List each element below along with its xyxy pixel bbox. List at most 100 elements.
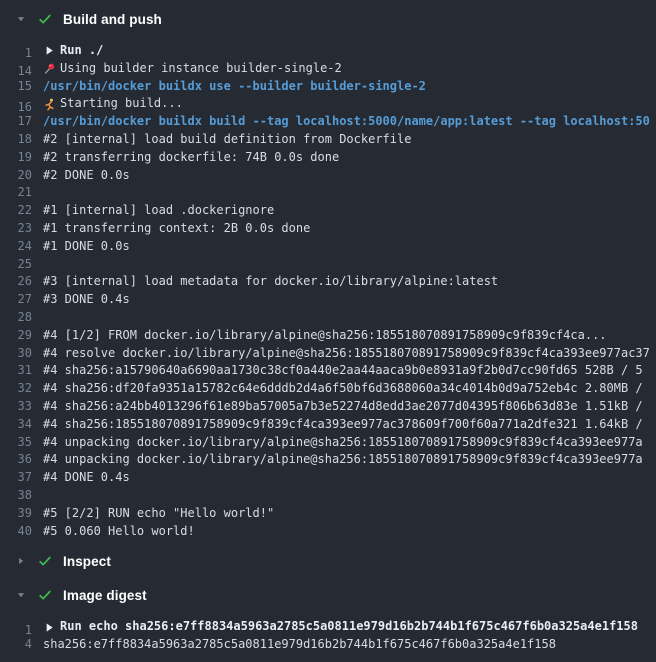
log-line-text: #4 sha256:df20fa9351a15782c64e6dddb2d4a6… <box>43 380 643 398</box>
log-line: 28 <box>0 309 656 327</box>
log-line: 30 #4 resolve docker.io/library/alpine@s… <box>0 345 656 363</box>
log-line-text: #2 [internal] load build definition from… <box>43 131 411 149</box>
log-line-content: #1 transferring context: 2B 0.0s done <box>43 220 656 238</box>
log-line-text: #4 sha256:a24bb4013296f61e89ba57005a7b3e… <box>43 398 643 416</box>
log-line-content: #4 sha256:a24bb4013296f61e89ba57005a7b3e… <box>43 398 656 416</box>
line-number[interactable]: 40 <box>0 523 32 541</box>
log-line-text: #3 DONE 0.4s <box>43 291 130 309</box>
line-number[interactable]: 39 <box>0 505 32 523</box>
check-icon <box>38 554 52 568</box>
log-line: 1 Run echo sha256:e7ff8834a5963a2785c5a0… <box>0 618 656 636</box>
log-line: 37 #4 DONE 0.4s <box>0 469 656 487</box>
chevron-icon[interactable] <box>16 556 26 566</box>
line-number[interactable]: 4 <box>0 636 32 654</box>
log-line-text: #5 0.060 Hello world! <box>43 523 195 541</box>
expand-arrow-icon[interactable] <box>43 44 56 57</box>
log-line: 4 sha256:e7ff8834a5963a2785c5a0811e979d1… <box>0 636 656 654</box>
log-line-text: #3 [internal] load metadata for docker.i… <box>43 273 498 291</box>
log-line: 14 Using builder instance builder-single… <box>0 60 656 78</box>
line-number[interactable]: 1 <box>0 45 32 59</box>
line-number[interactable]: 18 <box>0 131 32 149</box>
line-number[interactable]: 36 <box>0 451 32 469</box>
chevron-icon[interactable] <box>16 14 26 24</box>
line-number[interactable]: 23 <box>0 220 32 238</box>
log-line-text: #1 DONE 0.0s <box>43 238 130 256</box>
log-line-text: Run ./ <box>60 42 103 60</box>
check-icon <box>38 12 52 26</box>
log-line-content: #5 0.060 Hello world! <box>43 523 656 541</box>
log-line-text: Starting build... <box>60 95 183 113</box>
log-line-content: #5 [2/2] RUN echo "Hello world!" <box>43 505 656 523</box>
log-line-content: #3 DONE 0.4s <box>43 291 656 309</box>
log-line-text: #2 DONE 0.0s <box>43 167 130 185</box>
log-line-content: Run ./ <box>43 42 656 60</box>
log-line: 23 #1 transferring context: 2B 0.0s done <box>0 220 656 238</box>
line-number[interactable]: 25 <box>0 256 32 274</box>
log-line-content: #4 sha256:185518070891758909c9f839cf4ca3… <box>43 416 656 434</box>
line-number[interactable]: 28 <box>0 309 32 327</box>
line-number[interactable]: 32 <box>0 380 32 398</box>
log-line-content: Starting build... <box>43 95 656 113</box>
log-line-content: #1 DONE 0.0s <box>43 238 656 256</box>
line-number[interactable]: 31 <box>0 362 32 380</box>
line-number[interactable]: 26 <box>0 273 32 291</box>
check-icon <box>38 588 52 602</box>
section-title: Build and push <box>63 12 162 27</box>
log-line: 27 #3 DONE 0.4s <box>0 291 656 309</box>
log-line-text: #4 resolve docker.io/library/alpine@sha2… <box>43 345 650 363</box>
log-line-content: #2 transferring dockerfile: 74B 0.0s don… <box>43 149 656 167</box>
log-line-text: #1 transferring context: 2B 0.0s done <box>43 220 310 238</box>
line-number[interactable]: 29 <box>0 327 32 345</box>
section-header-image-digest[interactable]: Image digest <box>0 580 656 610</box>
log-line-text: #4 [1/2] FROM docker.io/library/alpine@s… <box>43 327 607 345</box>
log-line-text: #2 transferring dockerfile: 74B 0.0s don… <box>43 149 339 167</box>
section-lines: 1 Run echo sha256:e7ff8834a5963a2785c5a0… <box>0 610 656 656</box>
log-line-content: #4 [1/2] FROM docker.io/library/alpine@s… <box>43 327 656 345</box>
log-line-content: #4 unpacking docker.io/library/alpine@sh… <box>43 434 656 452</box>
log-line: 22 #1 [internal] load .dockerignore <box>0 202 656 220</box>
section-header-build-and-push[interactable]: Build and push <box>0 4 656 34</box>
line-number[interactable]: 37 <box>0 469 32 487</box>
log-line-text: #4 sha256:185518070891758909c9f839cf4ca3… <box>43 416 643 434</box>
line-number[interactable]: 17 <box>0 113 32 131</box>
line-number[interactable]: 24 <box>0 238 32 256</box>
line-number[interactable]: 34 <box>0 416 32 434</box>
line-number[interactable]: 16 <box>0 99 32 113</box>
log-line: 31 #4 sha256:a15790640a6690aa1730c38cf0a… <box>0 362 656 380</box>
line-number[interactable]: 14 <box>0 63 32 77</box>
log-section-build-and-push: Build and push 1 Run ./ 14 Using builder… <box>0 4 656 542</box>
log-line-content: #4 DONE 0.4s <box>43 469 656 487</box>
line-number[interactable]: 33 <box>0 398 32 416</box>
log-line: 21 <box>0 184 656 202</box>
log-line-text: #1 [internal] load .dockerignore <box>43 202 274 220</box>
line-number[interactable]: 35 <box>0 434 32 452</box>
section-title: Inspect <box>63 554 111 569</box>
log-line-content: #4 sha256:a15790640a6690aa1730c38cf0a440… <box>43 362 656 380</box>
log-viewer: Build and push 1 Run ./ 14 Using builder… <box>0 4 656 656</box>
log-section-inspect: Inspect <box>0 546 656 576</box>
line-number[interactable]: 27 <box>0 291 32 309</box>
line-number[interactable]: 21 <box>0 184 32 202</box>
line-number[interactable]: 19 <box>0 149 32 167</box>
line-number[interactable]: 22 <box>0 202 32 220</box>
line-number[interactable]: 1 <box>0 622 32 636</box>
line-number[interactable]: 20 <box>0 167 32 185</box>
line-number[interactable]: 30 <box>0 345 32 363</box>
log-line: 40 #5 0.060 Hello world! <box>0 523 656 541</box>
log-line: 33 #4 sha256:a24bb4013296f61e89ba57005a7… <box>0 398 656 416</box>
log-line-content: sha256:e7ff8834a5963a2785c5a0811e979d16b… <box>43 636 656 654</box>
log-line: 34 #4 sha256:185518070891758909c9f839cf4… <box>0 416 656 434</box>
section-header-inspect[interactable]: Inspect <box>0 546 656 576</box>
expand-arrow-icon[interactable] <box>43 621 56 634</box>
log-line: 36 #4 unpacking docker.io/library/alpine… <box>0 451 656 469</box>
line-number[interactable]: 38 <box>0 487 32 505</box>
log-line-content: /usr/bin/docker buildx use --builder bui… <box>43 78 656 96</box>
chevron-icon[interactable] <box>16 590 26 600</box>
log-line-text: Run echo sha256:e7ff8834a5963a2785c5a081… <box>60 618 638 636</box>
line-number[interactable]: 15 <box>0 78 32 96</box>
log-line-text: #4 DONE 0.4s <box>43 469 130 487</box>
actions-log-page: { "colors": { "background": "#262b33", "… <box>0 4 656 662</box>
log-line: 29 #4 [1/2] FROM docker.io/library/alpin… <box>0 327 656 345</box>
section-title: Image digest <box>63 588 147 603</box>
log-line-content: #1 [internal] load .dockerignore <box>43 202 656 220</box>
